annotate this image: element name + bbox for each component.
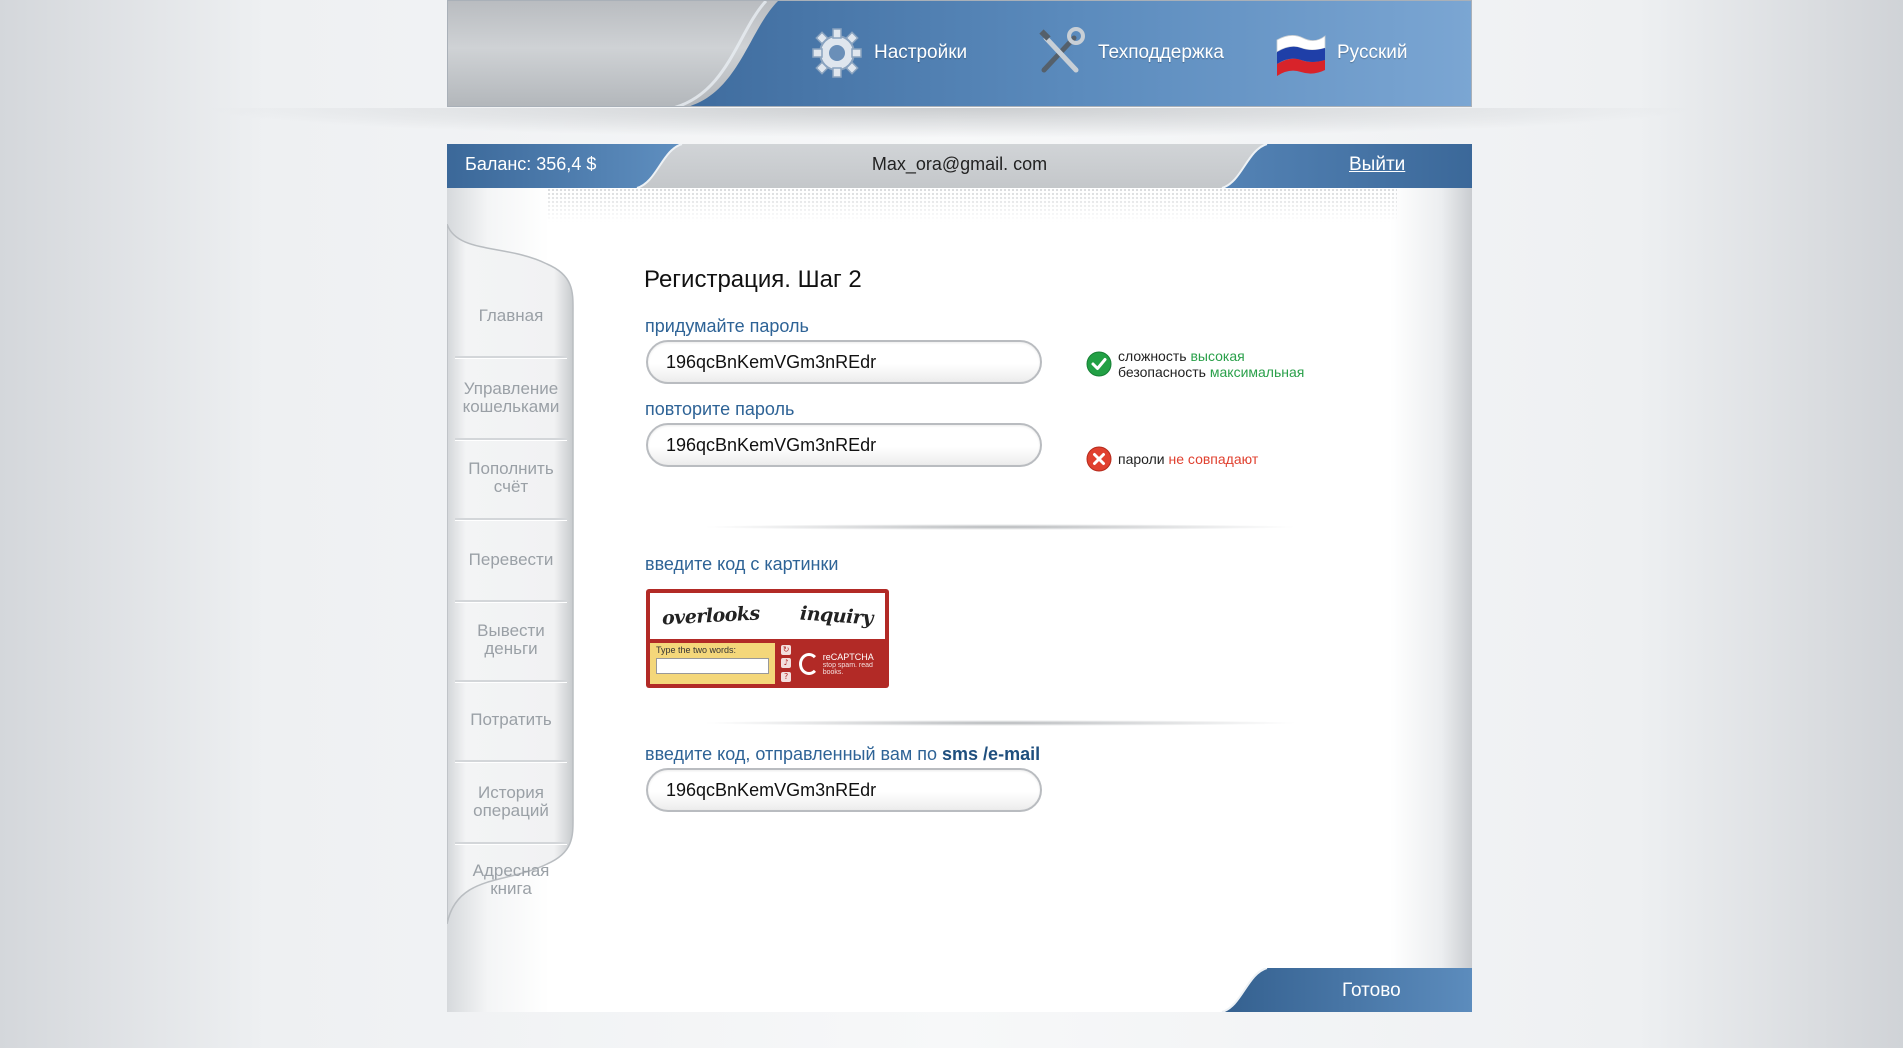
sidebar-item-topup[interactable]: Пополнить счёт	[455, 438, 567, 520]
repeat-password-label: повторите пароль	[645, 399, 795, 419]
divider	[700, 524, 1300, 530]
done-button[interactable]: Готово	[1342, 980, 1401, 1002]
sidebar-item-spend[interactable]: Потратить	[455, 680, 567, 762]
sidebar-item-history[interactable]: История операций	[455, 762, 567, 844]
support-link[interactable]: Техподдержка	[1034, 25, 1224, 81]
captcha-image: overlooks inquiry	[650, 593, 885, 639]
password-field[interactable]	[646, 340, 1042, 384]
sms-code-label: введите код, отправленный вам по sms /e-…	[645, 744, 1041, 764]
settings-link[interactable]: Настройки	[810, 25, 967, 81]
language-label: Русский	[1337, 42, 1408, 63]
recaptcha-tagline: stop spam. read books.	[822, 661, 873, 676]
user-email: Max_ora@gmail. com	[871, 154, 1048, 174]
top-header: Настройки Техподдержка Русский	[447, 0, 1472, 107]
repeat-password-field[interactable]	[646, 423, 1042, 467]
footer-bar-shape	[1221, 968, 1472, 1012]
captcha-answer-box: Type the two words:	[650, 643, 776, 684]
sidebar: Главная Управление кошельками Пополнить …	[447, 224, 577, 924]
strength-value: высокая	[1190, 348, 1245, 364]
sms-code-field[interactable]	[646, 768, 1042, 812]
captcha-word-2: inquiry	[799, 602, 874, 630]
strength-line: сложность высокая	[1118, 348, 1245, 364]
captcha-prompt: Type the two words:	[656, 645, 737, 655]
captcha-widget: overlooks inquiry Type the two words: ↻ …	[646, 589, 889, 688]
captcha-input[interactable]	[656, 658, 770, 674]
recaptcha-logo: reCAPTCHA stop spam. read books.	[799, 643, 885, 684]
logout-link[interactable]: Выйти	[1349, 154, 1405, 176]
dot-pattern	[547, 188, 1397, 222]
safety-value: максимальная	[1209, 364, 1305, 380]
help-icon[interactable]: ?	[781, 672, 792, 683]
language-selector[interactable]: Русский	[1273, 25, 1408, 81]
footer-bar: Готово	[447, 968, 1472, 1012]
divider	[700, 720, 1300, 726]
recaptcha-icon	[799, 652, 819, 675]
settings-label: Настройки	[874, 42, 968, 63]
sidebar-item-home[interactable]: Главная	[455, 276, 567, 358]
captcha-word-1: overlooks	[661, 602, 761, 630]
safety-line: безопасность максимальная	[1118, 364, 1305, 380]
sidebar-item-wallets[interactable]: Управление кошельками	[455, 358, 567, 440]
error-circle-icon	[1086, 446, 1112, 472]
password-strength: сложность высокая безопасность максималь…	[1086, 348, 1304, 380]
page-title: Регистрация. Шаг 2	[644, 266, 862, 293]
main-panel: Баланс: 356,4 $ Max_ora@gmail. com Выйти…	[447, 144, 1472, 1012]
refresh-icon[interactable]: ↻	[781, 644, 792, 655]
check-circle-icon	[1086, 351, 1112, 377]
gear-icon	[812, 28, 862, 78]
sidebar-item-transfer[interactable]: Перевести	[455, 520, 567, 602]
sidebar-item-withdraw[interactable]: Вывести деньги	[455, 600, 567, 682]
mismatch-value: не совпадают	[1168, 451, 1259, 467]
tools-icon	[1039, 27, 1085, 73]
recaptcha-brand: reCAPTCHA	[822, 651, 874, 662]
support-label: Техподдержка	[1098, 42, 1224, 63]
password-label: придумайте пароль	[645, 316, 809, 336]
captcha-label: введите код с картинки	[645, 554, 839, 574]
header-shadow	[200, 108, 1700, 138]
sidebar-item-address-book[interactable]: Адресная книга	[455, 840, 567, 920]
status-bar: Баланс: 356,4 $ Max_ora@gmail. com Выйти	[447, 144, 1472, 188]
russian-flag-icon	[1276, 35, 1326, 76]
password-mismatch: пароли не совпадают	[1086, 446, 1258, 472]
audio-icon[interactable]: ♪	[781, 658, 792, 669]
